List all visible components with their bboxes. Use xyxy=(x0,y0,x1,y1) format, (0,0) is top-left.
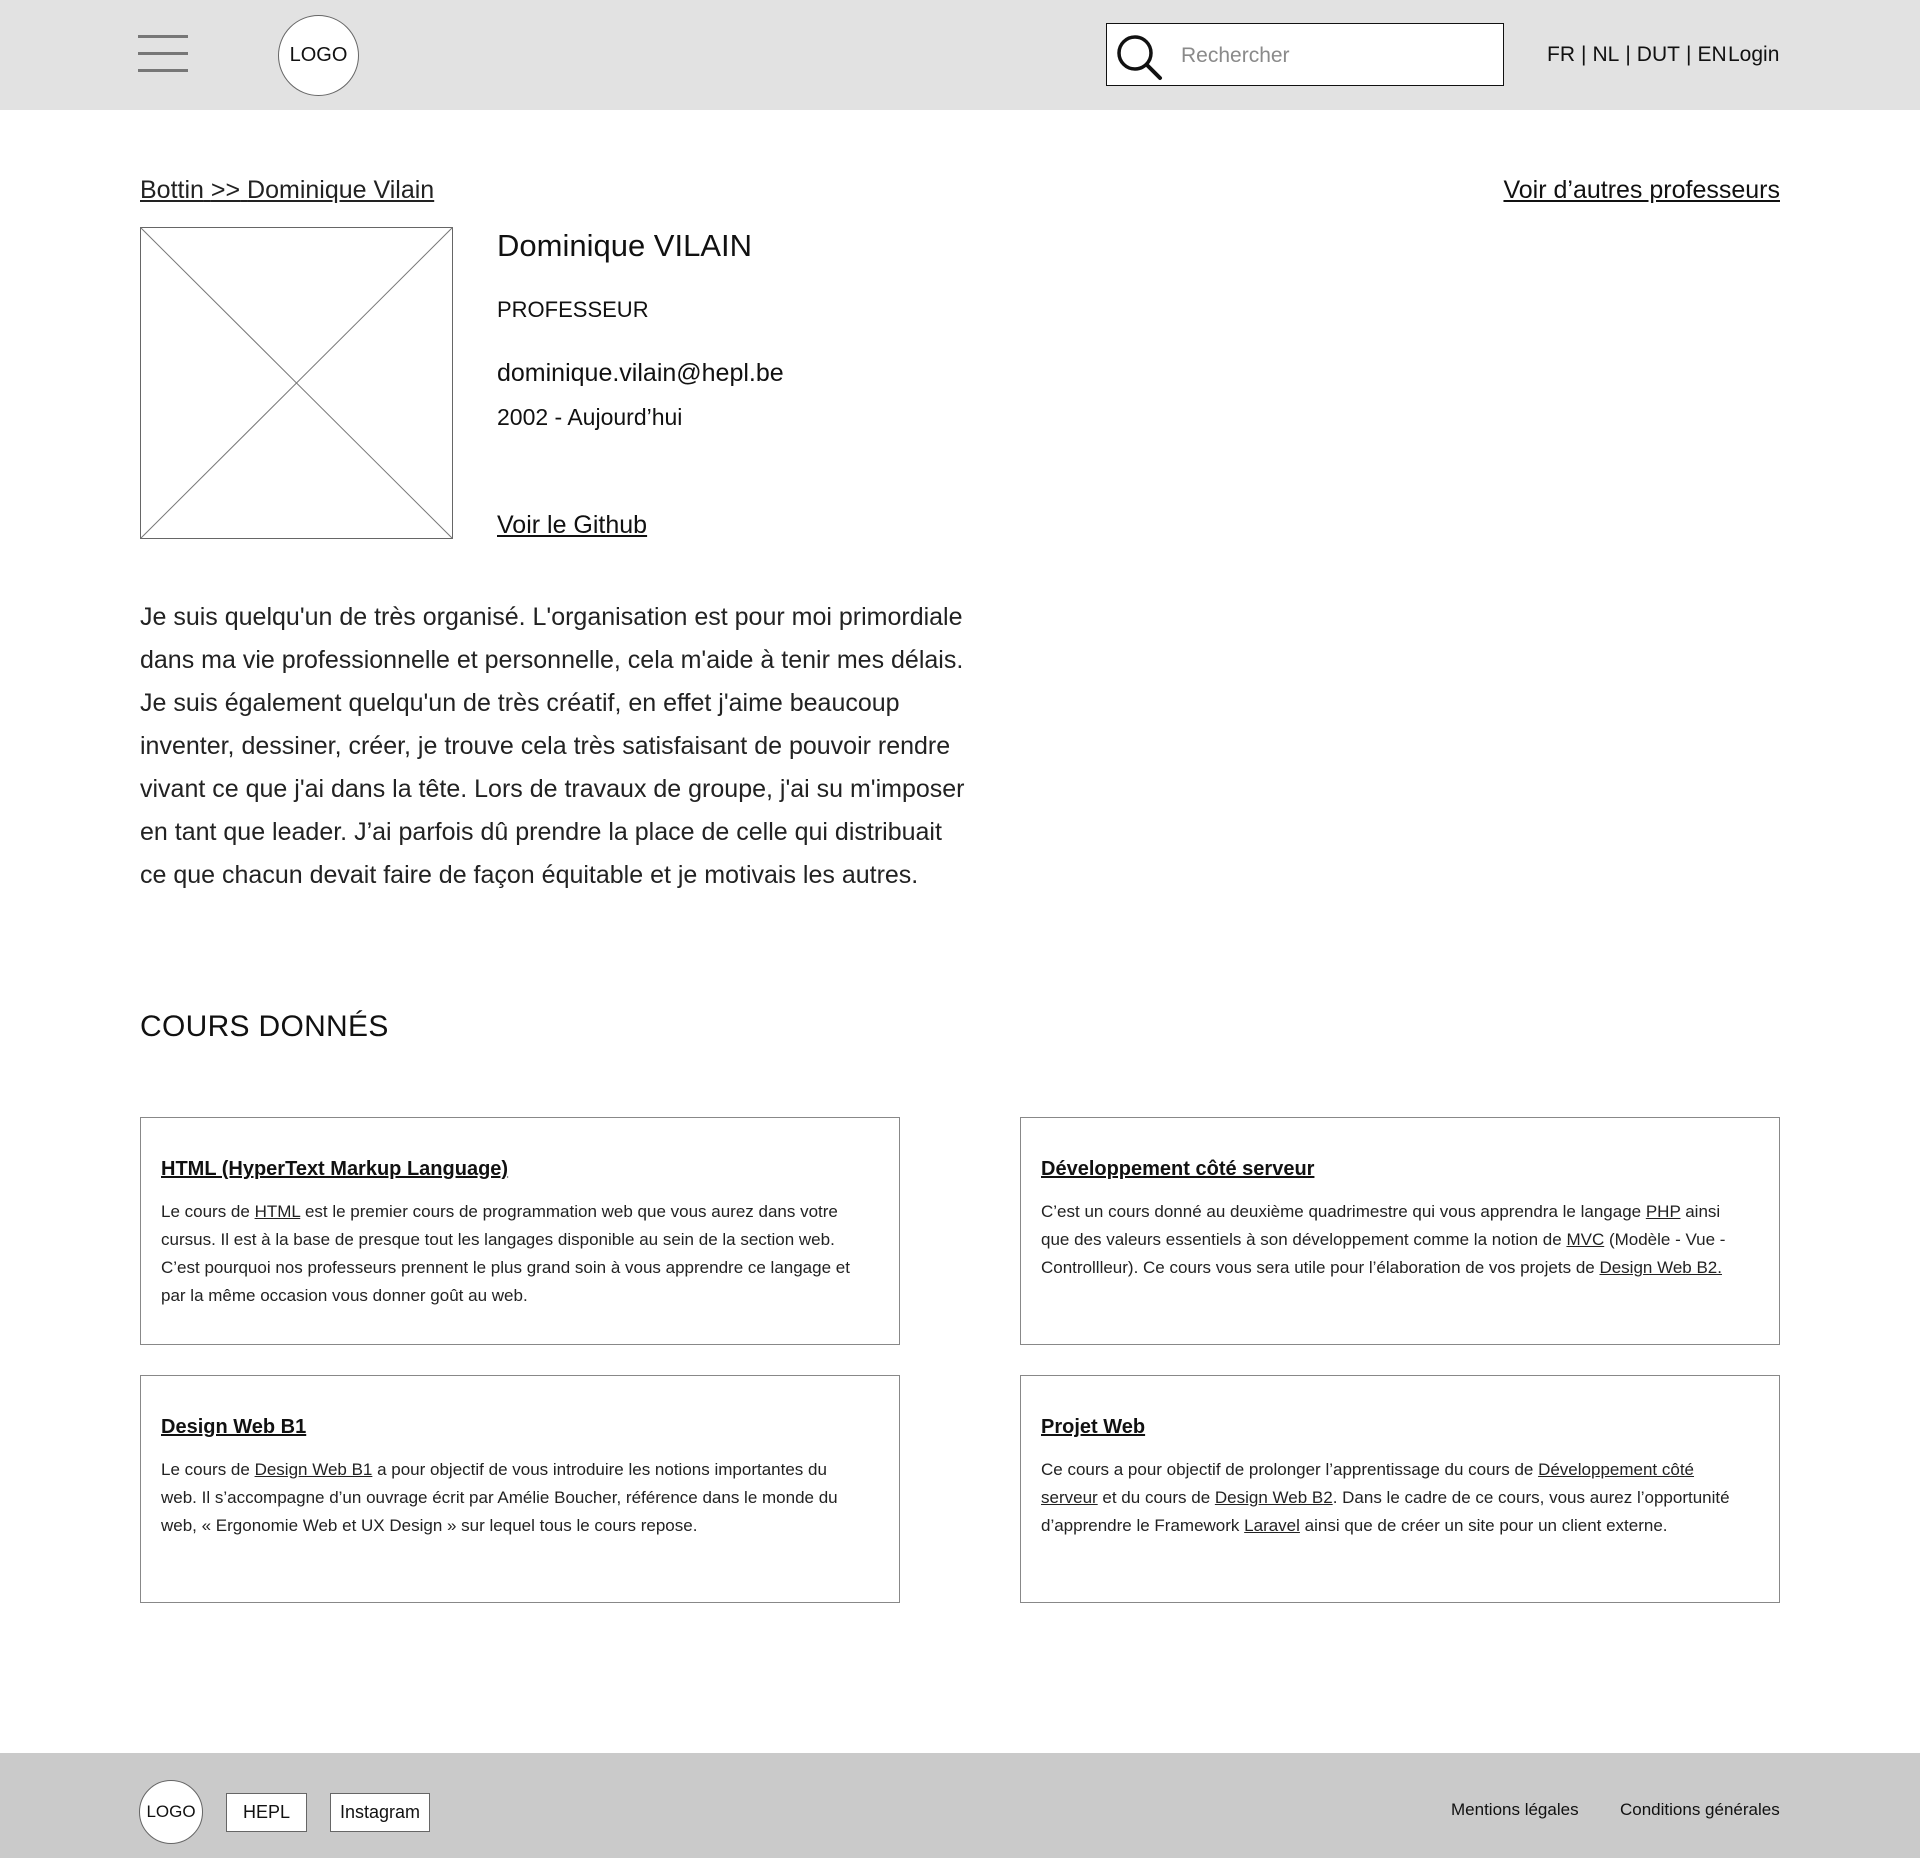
breadcrumb-separator: >> xyxy=(210,176,241,204)
professor-role: PROFESSEUR xyxy=(497,297,649,322)
language-switcher: FR | NL | DUT | EN xyxy=(1547,43,1727,67)
image-placeholder-icon xyxy=(140,227,453,539)
professor-name: Dominique VILAIN xyxy=(497,228,753,263)
lang-dut[interactable]: DUT xyxy=(1637,43,1680,67)
breadcrumb-root: Bottin xyxy=(140,176,204,204)
course-card: Développement côté serveur C’est un cour… xyxy=(1020,1117,1780,1345)
course-description: C’est un cours donné au deuxième quadrim… xyxy=(1041,1202,1726,1277)
search-box xyxy=(1106,23,1504,86)
other-professors-link[interactable]: Voir d’autres professeurs xyxy=(1503,176,1780,205)
footer-logo[interactable]: LOGO xyxy=(139,1780,203,1844)
course-inline-link[interactable]: HTML xyxy=(255,1202,301,1221)
breadcrumb-link[interactable]: Bottin >> Dominique Vilain xyxy=(140,176,434,204)
search-input[interactable] xyxy=(1179,36,1493,76)
breadcrumb: Bottin >> Dominique Vilain xyxy=(140,176,434,205)
lang-nl[interactable]: NL xyxy=(1592,43,1619,67)
instagram-button[interactable]: Instagram xyxy=(330,1793,430,1832)
terms-link[interactable]: Conditions générales xyxy=(1620,1800,1780,1820)
course-inline-link[interactable]: Développement côté serveur xyxy=(1041,1460,1694,1507)
course-card: Design Web B1 Le cours de Design Web B1 … xyxy=(140,1375,900,1603)
site-footer: LOGO HEPL Instagram Mentions légales Con… xyxy=(0,1753,1920,1858)
course-description: Le cours de HTML est le premier cours de… xyxy=(161,1202,850,1305)
header-logo[interactable]: LOGO xyxy=(278,15,359,96)
breadcrumb-current: Dominique Vilain xyxy=(247,176,435,204)
login-link[interactable]: Login xyxy=(1728,43,1779,67)
course-inline-link[interactable]: Design Web B1 xyxy=(255,1460,373,1479)
course-description: Ce cours a pour objectif de prolonger l’… xyxy=(1041,1460,1730,1535)
menu-icon[interactable] xyxy=(138,34,188,74)
course-inline-link[interactable]: Design Web B2. xyxy=(1599,1258,1722,1277)
hepl-button[interactable]: HEPL xyxy=(226,1793,307,1832)
professor-bio: Je suis quelqu'un de très organisé. L'or… xyxy=(140,603,965,889)
legal-notice-link[interactable]: Mentions légales xyxy=(1451,1800,1579,1820)
professor-years: 2002 - Aujourd’hui xyxy=(497,404,683,430)
course-inline-link[interactable]: MVC xyxy=(1566,1230,1604,1249)
course-title[interactable]: Développement côté serveur xyxy=(1041,1158,1314,1181)
course-title[interactable]: Projet Web xyxy=(1041,1416,1145,1439)
lang-separator: | xyxy=(1581,43,1587,66)
course-inline-link[interactable]: Design Web B2 xyxy=(1215,1488,1333,1507)
search-icon[interactable] xyxy=(1115,33,1163,81)
github-link[interactable]: Voir le Github xyxy=(497,511,647,540)
course-inline-link[interactable]: PHP xyxy=(1646,1202,1681,1221)
lang-separator: | xyxy=(1625,43,1631,66)
site-header: LOGO FR | NL | DUT | EN Login xyxy=(0,0,1920,110)
lang-separator: | xyxy=(1685,43,1692,66)
lang-en[interactable]: EN xyxy=(1697,43,1726,67)
professor-email[interactable]: dominique.vilain@hepl.be xyxy=(497,359,784,388)
course-description: Le cours de Design Web B1 a pour objecti… xyxy=(161,1460,838,1535)
course-card: HTML (HyperText Markup Language) Le cour… xyxy=(140,1117,900,1345)
course-inline-link[interactable]: Laravel xyxy=(1244,1516,1300,1535)
lang-fr[interactable]: FR xyxy=(1547,43,1575,67)
course-title[interactable]: HTML (HyperText Markup Language) xyxy=(161,1158,508,1181)
course-card: Projet Web Ce cours a pour objectif de p… xyxy=(1020,1375,1780,1603)
course-title[interactable]: Design Web B1 xyxy=(161,1416,306,1439)
courses-section-title: COURS DONNÉS xyxy=(140,1010,389,1043)
